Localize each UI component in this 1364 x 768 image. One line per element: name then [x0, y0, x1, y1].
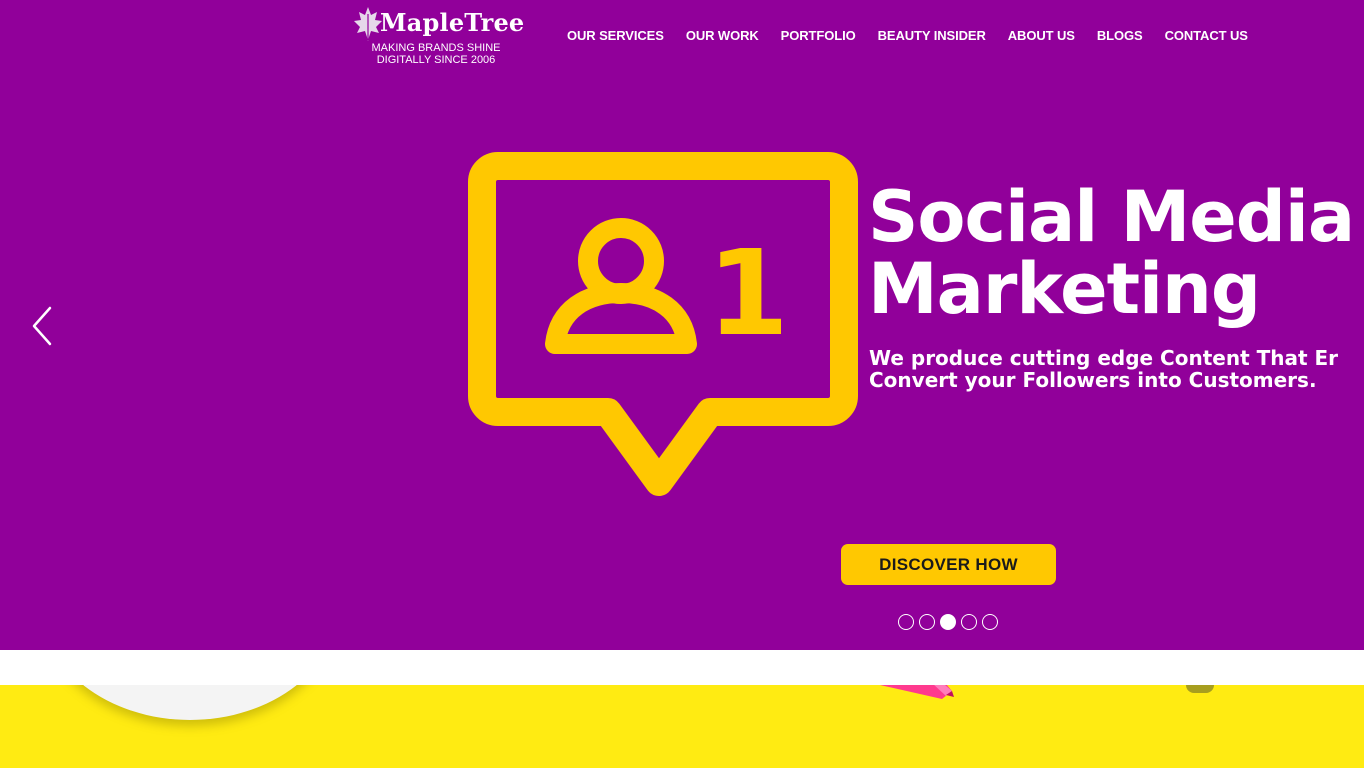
pencil-image	[880, 685, 954, 699]
slider-pagination	[898, 614, 1003, 630]
slider-dot-1[interactable]	[898, 614, 914, 630]
nav-item-our-services[interactable]: OUR SERVICES	[556, 27, 675, 45]
logo-name: MapleTree	[380, 8, 525, 37]
logo-row: MapleTree	[350, 4, 525, 44]
slide-subtitle-line2: Convert your Followers into Customers.	[869, 368, 1317, 392]
slider-dot-4[interactable]	[961, 614, 977, 630]
site-logo[interactable]: MapleTree MAKING BRANDS SHINE DIGITALLY …	[350, 4, 525, 68]
shadow-object	[1186, 685, 1214, 693]
nav-item-beauty-insider[interactable]: BEAUTY INSIDER	[867, 27, 997, 45]
slider-dot-2[interactable]	[919, 614, 935, 630]
plate-image	[40, 685, 340, 720]
nav-item-our-work[interactable]: OUR WORK	[675, 27, 770, 45]
nav-item-about-us[interactable]: ABOUT US	[997, 27, 1086, 45]
hero-slider: MapleTree MAKING BRANDS SHINE DIGITALLY …	[0, 0, 1364, 650]
nav-item-blogs[interactable]: BLOGS	[1086, 27, 1154, 45]
follower-count: 1	[707, 224, 789, 362]
logo-tagline: MAKING BRANDS SHINE DIGITALLY SINCE 2006	[350, 42, 522, 66]
slider-dot-5[interactable]	[982, 614, 998, 630]
section-divider	[0, 650, 1364, 685]
nav-item-contact-us[interactable]: CONTACT US	[1154, 27, 1259, 45]
slide-subtitle-line1: We produce cutting edge Content That Er	[869, 346, 1339, 370]
nav-item-portfolio[interactable]: PORTFOLIO	[770, 27, 867, 45]
slide-subtitle: We produce cutting edge Content That Er …	[869, 347, 1338, 391]
follower-notification-icon: 1	[468, 152, 858, 496]
slider-dot-3[interactable]	[940, 614, 956, 630]
main-nav: OUR SERVICES OUR WORK PORTFOLIO BEAUTY I…	[556, 27, 1259, 45]
logo-tagline-line1: MAKING BRANDS SHINE	[371, 42, 501, 54]
chevron-left-icon[interactable]	[28, 304, 60, 348]
slide-title-line2: Marketing	[868, 248, 1261, 330]
logo-tagline-line2: DIGITALLY SINCE 2006	[376, 54, 496, 66]
next-section-banner	[0, 685, 1364, 768]
discover-how-button[interactable]: DISCOVER HOW	[841, 544, 1056, 585]
slide-title: Social Media Marketing	[868, 176, 1355, 330]
slide-title-line1: Social Media	[868, 176, 1355, 258]
